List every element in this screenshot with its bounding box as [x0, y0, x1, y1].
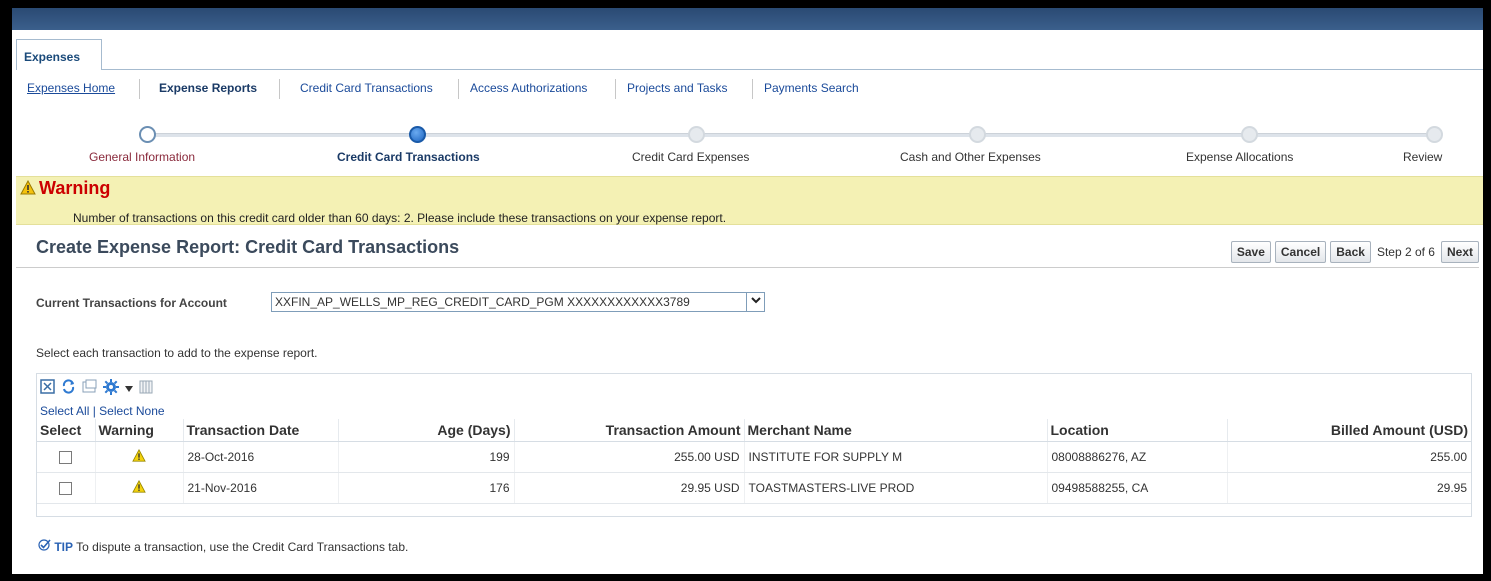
row-amount: 255.00 USD [514, 441, 745, 473]
subnav-expense-reports[interactable]: Expense Reports [159, 81, 257, 95]
train-node-expense-allocations [1241, 126, 1258, 143]
col-warning: Warning [95, 419, 184, 442]
chevron-down-icon[interactable] [746, 293, 764, 311]
row-select-cell [37, 472, 96, 504]
row-warning-cell [95, 441, 184, 473]
subnav-separator [279, 79, 280, 99]
subnav-separator [139, 79, 140, 99]
table-header-row: Select Warning Transaction Date Age (Day… [37, 419, 1471, 442]
subnav-access-authorizations[interactable]: Access Authorizations [470, 81, 587, 95]
tip-message: To dispute a transaction, use the Credit… [76, 540, 409, 554]
col-age-days[interactable]: Age (Days) [338, 419, 515, 442]
dropdown-arrow-icon[interactable] [125, 381, 133, 395]
row-billed: 255.00 [1227, 441, 1471, 473]
subnav-credit-card-transactions[interactable]: Credit Card Transactions [300, 81, 433, 95]
row-merchant: TOASTMASTERS-LIVE PROD [744, 472, 1048, 504]
next-button[interactable]: Next [1440, 241, 1479, 263]
account-select[interactable]: XXFIN_AP_WELLS_MP_REG_CREDIT_CARD_PGM XX… [271, 292, 765, 312]
detach-icon[interactable] [40, 379, 55, 397]
title-divider [16, 267, 1479, 268]
top-branding-bar [12, 8, 1483, 30]
tip-label: TIP [54, 540, 74, 554]
row-checkbox[interactable] [59, 450, 73, 464]
row-select-cell [37, 441, 96, 473]
subnav-separator [615, 79, 616, 99]
warning-title: Warning [39, 178, 111, 198]
row-checkbox[interactable] [59, 481, 73, 495]
subnav-separator [752, 79, 753, 99]
warning-message: Number of transactions on this credit ca… [73, 211, 727, 225]
train-node-review [1426, 126, 1443, 143]
transactions-table-region: Select All | Select None Select Warning … [36, 373, 1472, 517]
app-frame: Expenses Expenses Home Expense Reports C… [12, 8, 1483, 574]
train-label-general-information[interactable]: General Information [89, 150, 195, 164]
train-node-credit-card-transactions [409, 126, 426, 143]
col-merchant-name[interactable]: Merchant Name [744, 419, 1048, 442]
row-amount: 29.95 USD [514, 472, 745, 504]
subnav-projects-and-tasks[interactable]: Projects and Tasks [627, 81, 728, 95]
refresh-icon[interactable] [61, 379, 76, 397]
table-row: 21-Nov-2016 176 29.95 USD TOASTMASTERS-L… [37, 472, 1471, 504]
row-age: 176 [338, 472, 515, 504]
warning-icon [132, 479, 146, 496]
col-transaction-date[interactable]: Transaction Date [183, 419, 339, 442]
row-warning-cell [95, 472, 184, 504]
check-icon [38, 539, 54, 554]
train-node-general-information[interactable] [139, 126, 156, 143]
col-transaction-amount[interactable]: Transaction Amount [514, 419, 745, 442]
account-select-value: XXFIN_AP_WELLS_MP_REG_CREDIT_CARD_PGM XX… [275, 295, 690, 309]
select-all-link[interactable]: Select All [40, 404, 89, 418]
row-age: 199 [338, 441, 515, 473]
tab-divider [102, 69, 1483, 70]
warning-banner: Warning Number of transactions on this c… [16, 176, 1483, 225]
col-location[interactable]: Location [1047, 419, 1228, 442]
row-location: 08008886276, AZ [1047, 441, 1228, 473]
process-train: General Information Credit Card Transact… [12, 121, 1483, 171]
table-row: 28-Oct-2016 199 255.00 USD INSTITUTE FOR… [37, 441, 1471, 473]
warning-icon [132, 448, 146, 465]
tip-text: TIP To dispute a transaction, use the Cr… [38, 539, 408, 554]
select-none-link[interactable]: Select None [99, 404, 164, 418]
col-billed-amount[interactable]: Billed Amount (USD) [1227, 419, 1471, 442]
train-label-credit-card-expenses: Credit Card Expenses [632, 150, 750, 164]
save-button[interactable]: Save [1230, 241, 1271, 263]
page-button-bar: Save Cancel Back Step 2 of 6 Next [1230, 241, 1479, 263]
step-indicator: Step 2 of 6 [1376, 245, 1435, 259]
train-label-cash-and-other-expenses: Cash and Other Expenses [900, 150, 1041, 164]
transactions-table: Select Warning Transaction Date Age (Day… [37, 419, 1471, 504]
row-location: 09498588255, CA [1047, 472, 1228, 504]
row-billed: 29.95 [1227, 472, 1471, 504]
select-links-separator: | [92, 404, 96, 418]
row-merchant: INSTITUTE FOR SUPPLY M [744, 441, 1048, 473]
columns-icon[interactable] [139, 380, 153, 397]
row-transaction-date: 21-Nov-2016 [183, 472, 339, 504]
export-icon[interactable] [82, 379, 97, 397]
warning-icon [20, 179, 36, 198]
subnav-expenses-home[interactable]: Expenses Home [27, 81, 115, 95]
tab-expenses[interactable]: Expenses [16, 39, 102, 70]
train-label-expense-allocations: Expense Allocations [1186, 150, 1294, 164]
cancel-button[interactable]: Cancel [1274, 241, 1327, 263]
subnav-payments-search[interactable]: Payments Search [764, 81, 859, 95]
train-node-credit-card-expenses [688, 126, 705, 143]
instruction-text: Select each transaction to add to the ex… [36, 346, 318, 360]
train-node-cash-and-other-expenses [969, 126, 986, 143]
row-transaction-date: 28-Oct-2016 [183, 441, 339, 473]
account-label: Current Transactions for Account [36, 296, 227, 310]
col-select: Select [37, 419, 96, 442]
train-label-credit-card-transactions: Credit Card Transactions [337, 150, 480, 164]
back-button[interactable]: Back [1330, 241, 1371, 263]
gear-icon[interactable] [103, 378, 119, 398]
page-title: Create Expense Report: Credit Card Trans… [36, 237, 460, 257]
sub-navigation: Expenses Home Expense Reports Credit Car… [12, 79, 1483, 99]
select-links: Select All | Select None [40, 404, 165, 418]
train-label-review: Review [1403, 150, 1443, 164]
table-toolbar [40, 378, 153, 398]
tab-row: Expenses [12, 30, 1483, 70]
subnav-separator [458, 79, 459, 99]
